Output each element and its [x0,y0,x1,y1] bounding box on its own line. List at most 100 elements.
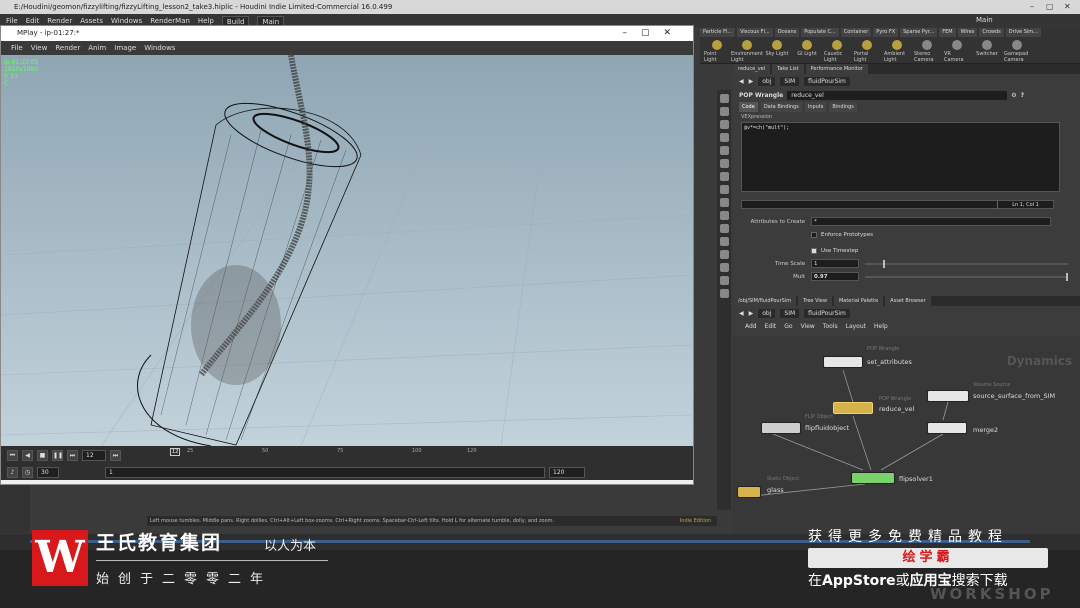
maximize-icon[interactable]: ▢ [1046,0,1054,14]
shelf-tool-stereo-camera[interactable]: Stereo Camera [914,40,940,63]
shelf-tool-environment-light[interactable]: Environment Light [731,40,763,63]
shelf-tab[interactable]: Wires [957,28,978,37]
shelf-tool-point-light[interactable]: Point Light [704,40,730,63]
first-frame-button[interactable]: ⏮ [7,449,18,461]
tab-inputs[interactable]: Inputs [804,102,827,112]
audio-icon[interactable]: ♪ [7,466,18,478]
node-flipfluidobject[interactable] [761,422,801,434]
tool-icon[interactable] [719,185,729,194]
network-graph[interactable]: Dynamics POP Wrangle set_attributes POP … [733,336,1080,536]
clock-icon[interactable]: ◷ [22,466,33,478]
tool-icon[interactable] [719,250,729,259]
path-sim[interactable]: SIM [780,308,800,318]
path-fluidpoursim[interactable]: fluidPourSim [804,308,850,318]
node-name-field[interactable]: reduce_vel [787,90,1008,100]
forward-icon[interactable]: ▶ [749,78,754,85]
shelf-tool-switcher[interactable]: Switcher [974,40,1000,63]
node-source-surface[interactable] [927,390,969,402]
tool-icon[interactable] [719,94,729,103]
shelf-tab[interactable]: Sparse Pyr... [900,28,938,37]
tab-performance-monitor[interactable]: Performance Monitor [805,64,868,74]
menu-renderman[interactable]: RenderMan [150,17,190,25]
path-sim[interactable]: SIM [780,76,800,86]
tab-network-path[interactable]: /obj/SIM/fluidPourSim [733,296,797,306]
tool-icon[interactable] [719,263,729,272]
last-frame-button[interactable]: ⏭ [67,449,78,461]
tool-icon[interactable] [719,133,729,142]
menu-render[interactable]: Render [47,17,72,25]
time-scale-slider[interactable] [865,259,1068,268]
menu-help[interactable]: Help [198,17,214,25]
mplay-menu-file[interactable]: File [11,44,23,52]
start-frame-field[interactable]: 1 [105,466,545,478]
menu-assets[interactable]: Assets [80,17,103,25]
tool-icon[interactable] [719,289,729,298]
minimize-icon[interactable]: – [1030,0,1034,14]
mplay-menu-windows[interactable]: Windows [144,44,175,52]
back-icon[interactable]: ◀ [739,78,744,85]
tool-icon[interactable] [719,224,729,233]
back-icon[interactable]: ◀ [739,310,744,317]
menu-windows[interactable]: Windows [111,17,142,25]
node-flipsolver1[interactable] [851,472,895,484]
path-fluidpoursim[interactable]: fluidPourSim [804,76,850,86]
node-reduce-vel[interactable] [833,402,873,414]
mult-slider[interactable] [865,272,1068,281]
fps-field[interactable]: 30 [37,466,59,478]
shelf-tab[interactable]: Container [840,28,872,37]
net-menu-layout[interactable]: Layout [846,323,866,330]
tab-reduce-vel[interactable]: reduce_vel [733,64,771,74]
tool-icon[interactable] [719,159,729,168]
node-merge2[interactable] [927,422,967,434]
time-scale-field[interactable]: 1 [811,259,859,268]
net-menu-edit[interactable]: Edit [765,323,777,330]
step-button[interactable]: ⏭ [110,449,121,461]
vex-editor[interactable]: @v*=ch("mult"); [741,122,1060,192]
shelf-tool-vr-camera[interactable]: VR Camera [944,40,970,63]
tool-icon[interactable] [719,120,729,129]
tab-code[interactable]: Code [739,102,758,112]
frame-field[interactable]: 12 [82,449,106,461]
shelf-tab[interactable]: Populate C... [801,28,839,37]
tab-data-bindings[interactable]: Data Bindings [760,102,802,112]
end-frame-field[interactable]: 120 [549,466,585,478]
shelf-tool-ambient-light[interactable]: Ambient Light [884,40,910,63]
shelf-tab[interactable]: FEM [939,28,956,37]
shelf-tab[interactable]: Viscous Fl... [737,28,773,37]
net-menu-add[interactable]: Add [745,323,757,330]
mplay-menu-view[interactable]: View [31,44,48,52]
shelf-tool-caustic-light[interactable]: Caustic Light [824,40,850,63]
attributes-field[interactable]: * [811,217,1051,226]
tool-icon[interactable] [719,198,729,207]
mplay-menu-render[interactable]: Render [55,44,80,52]
tab-tree-view[interactable]: Tree View [798,296,832,306]
shelf-tool-gamepad-camera[interactable]: Gamepad Camera [1004,40,1030,63]
close-icon[interactable]: ✕ [1064,0,1071,14]
path-obj[interactable]: obj [758,308,776,318]
mplay-menu-anim[interactable]: Anim [88,44,106,52]
menu-file[interactable]: File [6,17,18,25]
forward-icon[interactable]: ▶ [749,310,754,317]
shelf-tab[interactable]: Drive Sim... [1005,28,1041,37]
tool-icon[interactable] [719,211,729,220]
desktop-selector[interactable]: Main [976,16,993,24]
pause-button[interactable]: ❚❚ [52,449,63,461]
use-timestep-checkbox[interactable] [811,247,817,254]
menu-edit[interactable]: Edit [26,17,40,25]
net-menu-tools[interactable]: Tools [823,323,838,330]
node-set-attributes[interactable] [823,356,863,368]
tool-icon[interactable] [719,146,729,155]
shelf-tool-portal-light[interactable]: Portal Light [854,40,880,63]
node-glass[interactable] [737,486,761,498]
tab-asset-browser[interactable]: Asset Browser [885,296,931,306]
shelf-tab[interactable]: Pyro FX [873,28,899,37]
help-icon[interactable]: ? [1021,92,1024,99]
tool-icon[interactable] [719,237,729,246]
tab-material-palette[interactable]: Material Palette [833,296,884,306]
shelf-tab[interactable]: Crowds [979,28,1004,37]
mplay-viewport[interactable]: ip-01:27:05 1920x1080 fr 13 C [1,55,693,446]
mplay-menu-image[interactable]: Image [114,44,136,52]
path-obj[interactable]: obj [758,76,776,86]
net-menu-help[interactable]: Help [874,323,888,330]
enforce-checkbox[interactable] [811,231,817,238]
